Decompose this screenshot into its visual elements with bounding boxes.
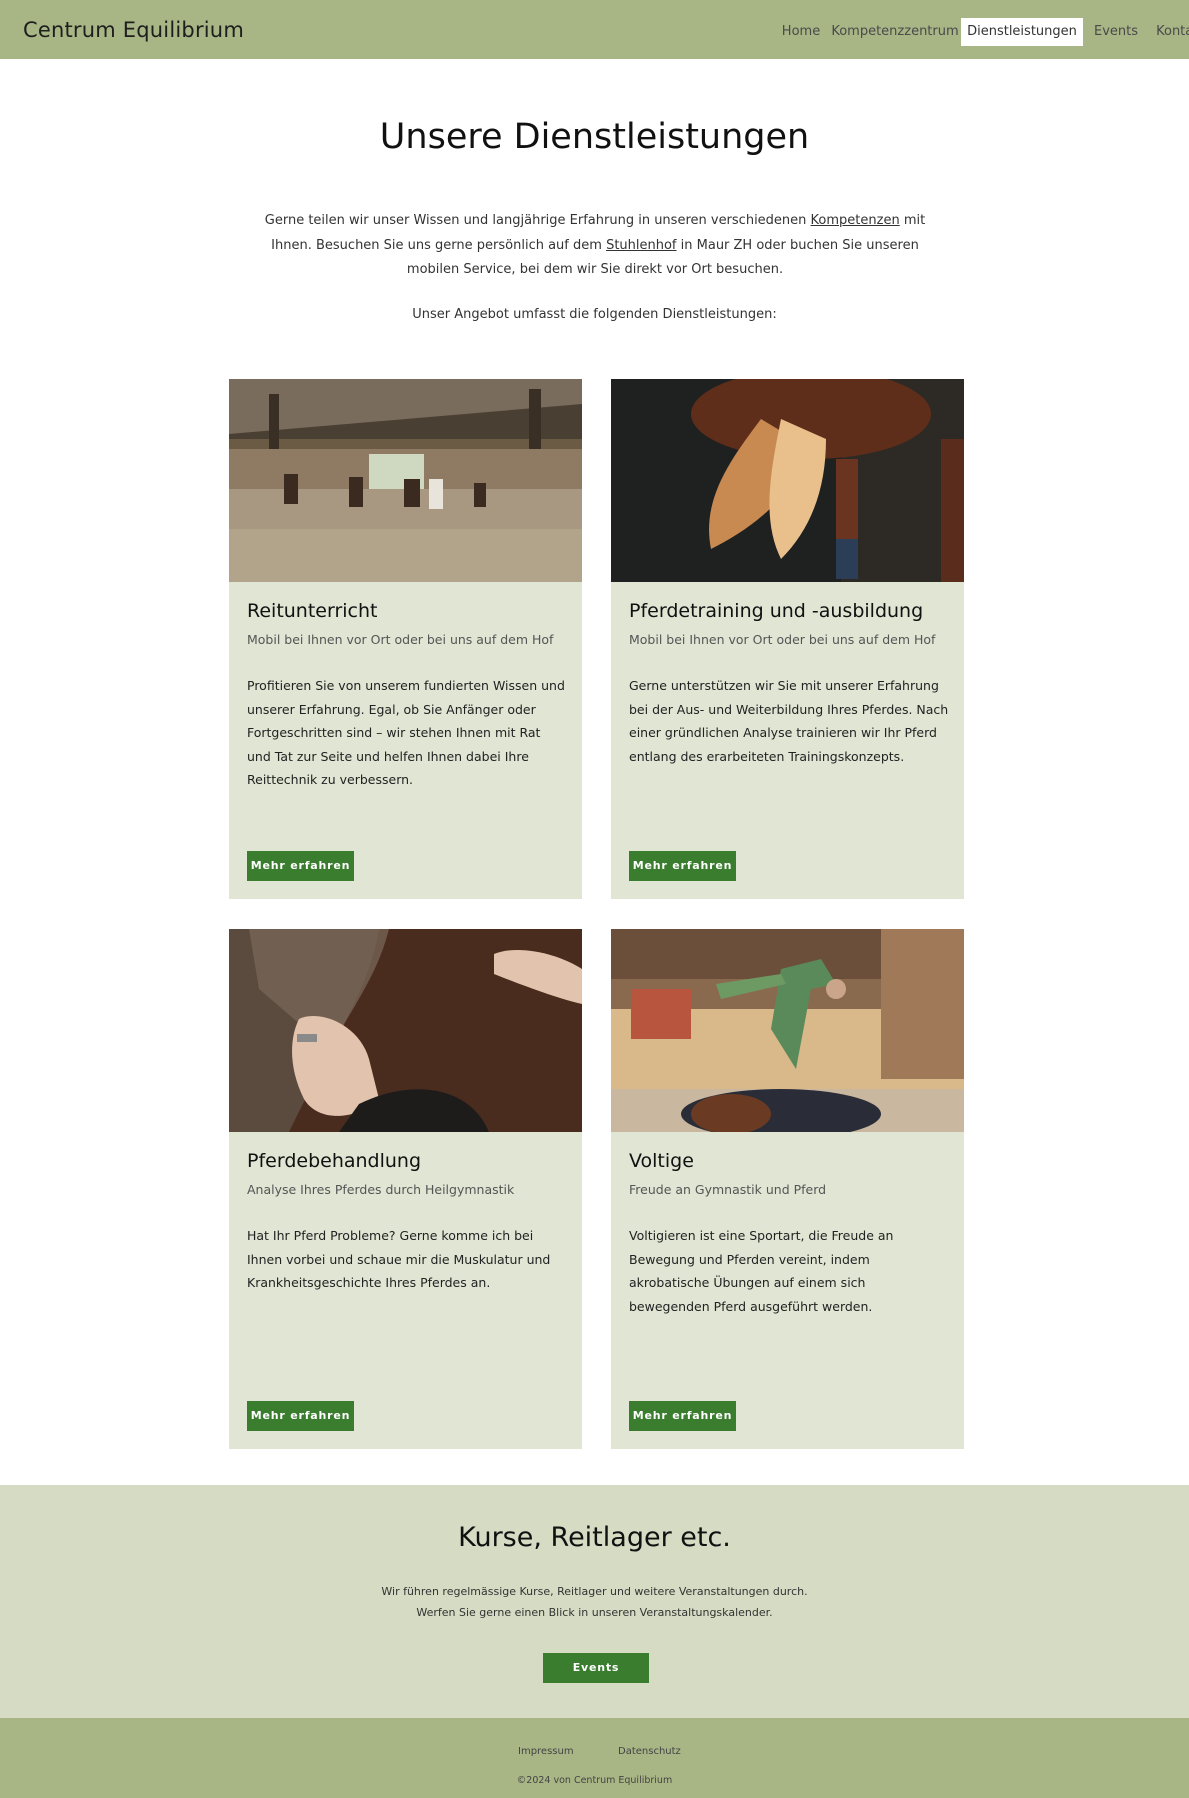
intro-text: Gerne teilen wir unser Wissen und langjä… xyxy=(250,209,940,283)
impressum-link[interactable]: Impressum xyxy=(518,1746,574,1757)
mehr-erfahren-button[interactable]: Mehr erfahren xyxy=(629,1401,736,1431)
nav-item-kontakt[interactable]: Kontakt xyxy=(1149,18,1189,46)
service-card-pferdebehandlung: Pferdebehandlung Analyse Ihres Pferdes d… xyxy=(229,929,582,1449)
events-title: Kurse, Reitlager etc. xyxy=(458,1522,731,1553)
card-subtitle: Analyse Ihres Pferdes durch Heilgymnasti… xyxy=(247,1182,515,1197)
card-title: Pferdebehandlung xyxy=(247,1150,422,1172)
card-title: Reitunterricht xyxy=(247,600,378,622)
service-card-voltige: Voltige Freude an Gymnastik und Pferd Vo… xyxy=(611,929,964,1449)
vaulting-photo xyxy=(611,929,964,1132)
service-card-pferdetraining: Pferdetraining und -ausbildung Mobil bei… xyxy=(611,379,964,899)
nav-item-home[interactable]: Home xyxy=(771,18,831,46)
site-header: Centrum Equilibrium Home Kompetenzzentru… xyxy=(0,0,1189,59)
stuhlenhof-link[interactable]: Stuhlenhof xyxy=(606,238,676,253)
offer-text: Unser Angebot umfasst die folgenden Dien… xyxy=(412,307,777,322)
card-text: Voltigieren ist eine Sportart, die Freud… xyxy=(629,1228,894,1314)
mehr-erfahren-button[interactable]: Mehr erfahren xyxy=(247,1401,354,1431)
intro-part: Gerne teilen wir unser Wissen und langjä… xyxy=(264,213,811,228)
page-title: Unsere Dienstleistungen xyxy=(379,117,810,157)
datenschutz-link[interactable]: Datenschutz xyxy=(618,1746,681,1757)
events-button[interactable]: Events xyxy=(543,1653,649,1683)
copyright-text: ©2024 von Centrum Equilibrium xyxy=(516,1775,673,1786)
site-logo[interactable]: Centrum Equilibrium xyxy=(23,18,244,42)
events-section: Kurse, Reitlager etc. Wir führen regelmä… xyxy=(0,1485,1189,1718)
card-text: Gerne unterstützen wir Sie mit unserer E… xyxy=(629,678,949,764)
nav-item-dienstleistungen[interactable]: Dienstleistungen xyxy=(961,18,1083,46)
horse-tail-photo xyxy=(611,379,964,582)
hand-on-horse-photo xyxy=(229,929,582,1132)
card-title: Pferdetraining und -ausbildung xyxy=(629,600,924,622)
events-text-line: Werfen Sie gerne einen Blick in unseren … xyxy=(416,1606,773,1619)
card-subtitle: Mobil bei Ihnen vor Ort oder bei uns auf… xyxy=(247,632,554,647)
card-text: Hat Ihr Pferd Probleme? Gerne komme ich … xyxy=(247,1228,551,1290)
card-text: Profitieren Sie von unserem fundierten W… xyxy=(247,678,565,787)
service-card-reitunterricht: Reitunterricht Mobil bei Ihnen vor Ort o… xyxy=(229,379,582,899)
mehr-erfahren-button[interactable]: Mehr erfahren xyxy=(247,851,354,881)
nav-item-kompetenzzentrum[interactable]: Kompetenzzentrum xyxy=(831,18,959,46)
site-footer: Impressum Datenschutz ©2024 von Centrum … xyxy=(0,1718,1189,1798)
riding-arena-photo xyxy=(229,379,582,582)
card-title: Voltige xyxy=(629,1150,694,1172)
card-subtitle: Mobil bei Ihnen vor Ort oder bei uns auf… xyxy=(629,632,936,647)
mehr-erfahren-button[interactable]: Mehr erfahren xyxy=(629,851,736,881)
kompetenzen-link[interactable]: Kompetenzen xyxy=(811,213,900,228)
card-subtitle: Freude an Gymnastik und Pferd xyxy=(629,1182,827,1197)
events-text-line: Wir führen regelmässige Kurse, Reitlager… xyxy=(381,1585,808,1598)
events-text: Wir führen regelmässige Kurse, Reitlager… xyxy=(0,1581,1189,1623)
nav-item-events[interactable]: Events xyxy=(1085,18,1147,46)
